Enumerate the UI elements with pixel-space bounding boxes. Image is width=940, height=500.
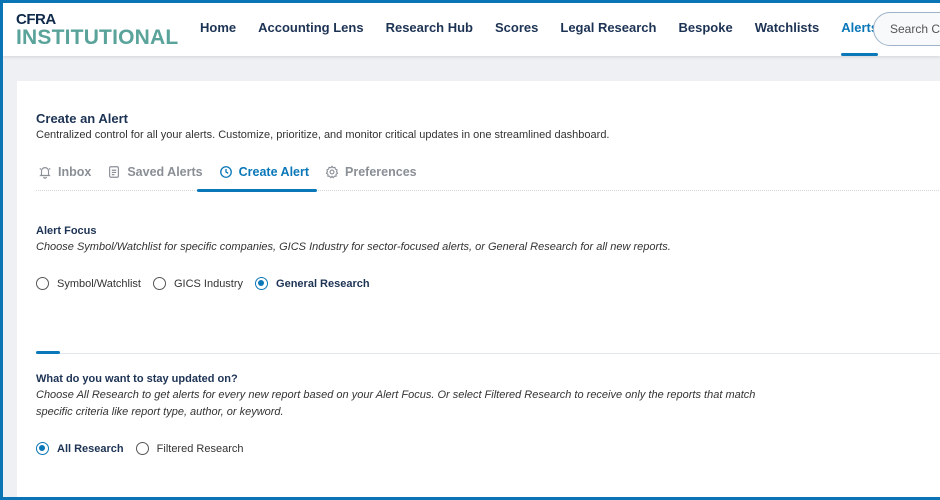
radio-label: Symbol/Watchlist <box>57 277 141 290</box>
app-window: CFRA INSTITUTIONAL Home Accounting Lens … <box>3 3 940 497</box>
alert-focus-heading: Alert Focus <box>36 225 97 237</box>
radio-label: All Research <box>57 442 124 455</box>
radio-label: General Research <box>276 277 370 290</box>
radio-all-research[interactable]: All Research <box>36 442 124 455</box>
radio-label: Filtered Research <box>156 442 244 455</box>
nav-research-hub[interactable]: Research Hub <box>386 3 473 56</box>
top-navigation-bar: CFRA INSTITUTIONAL Home Accounting Lens … <box>3 3 940 56</box>
page-title: Create an Alert <box>36 111 128 126</box>
radio-circle[interactable] <box>255 277 269 290</box>
logo-line1: CFRA <box>16 11 56 28</box>
radio-filtered-research[interactable]: Filtered Research <box>135 442 244 455</box>
section-divider <box>36 353 940 354</box>
nav-legal-research[interactable]: Legal Research <box>560 3 656 56</box>
cfra-logo[interactable]: CFRA INSTITUTIONAL <box>16 12 178 48</box>
radio-general-research[interactable]: General Research <box>255 277 370 290</box>
tab-saved-alerts[interactable]: Saved Alerts <box>105 157 208 191</box>
radio-label: GICS Industry <box>173 277 244 290</box>
alert-focus-radio-group: Symbol/Watchlist GICS Industry General R… <box>36 277 370 290</box>
alert-focus-description: Choose Symbol/Watchlist for specific com… <box>36 241 671 253</box>
updates-description-line1: Choose All Research to get alerts for ev… <box>36 389 756 401</box>
gear-icon <box>325 165 339 179</box>
nav-scores[interactable]: Scores <box>495 3 538 56</box>
radio-circle[interactable] <box>36 277 49 290</box>
radio-circle[interactable] <box>135 442 149 455</box>
nav-home[interactable]: Home <box>200 3 236 56</box>
tab-inbox[interactable]: Inbox <box>36 157 97 191</box>
updates-description-line2: specific criteria like report type, auth… <box>36 406 284 418</box>
radio-symbol-watchlist[interactable]: Symbol/Watchlist <box>36 277 141 290</box>
tab-label: Create Alert <box>238 165 310 179</box>
tab-label: Inbox <box>58 165 92 179</box>
search-input[interactable]: Search CFRA <box>873 12 940 46</box>
document-icon <box>109 166 120 178</box>
alert-card: Create an Alert Centralized control for … <box>17 81 940 497</box>
updates-radio-group: All Research Filtered Research <box>36 442 243 455</box>
clock-icon <box>219 166 232 178</box>
page-subtitle: Centralized control for all your alerts.… <box>36 129 610 141</box>
nav-accounting-lens[interactable]: Accounting Lens <box>258 3 363 56</box>
radio-circle[interactable] <box>36 442 49 455</box>
radio-circle[interactable] <box>152 277 166 290</box>
tab-create-alert[interactable]: Create Alert <box>196 157 318 192</box>
logo-line2: INSTITUTIONAL <box>16 26 179 49</box>
tab-preferences[interactable]: Preferences <box>323 157 423 191</box>
updates-heading: What do you want to stay updated on? <box>36 373 238 385</box>
section-progress-indicator <box>36 351 60 354</box>
main-nav: Home Accounting Lens Research Hub Scores… <box>200 3 900 56</box>
tab-label: Preferences <box>345 165 417 179</box>
nav-bespoke[interactable]: Bespoke <box>678 3 732 56</box>
nav-watchlists[interactable]: Watchlists <box>755 3 820 56</box>
tab-label: Saved Alerts <box>127 165 203 179</box>
radio-gics-industry[interactable]: GICS Industry <box>152 277 244 290</box>
alert-tabs: Inbox Saved Alerts Create Alert Preferen… <box>36 157 940 192</box>
bell-icon <box>39 167 51 179</box>
